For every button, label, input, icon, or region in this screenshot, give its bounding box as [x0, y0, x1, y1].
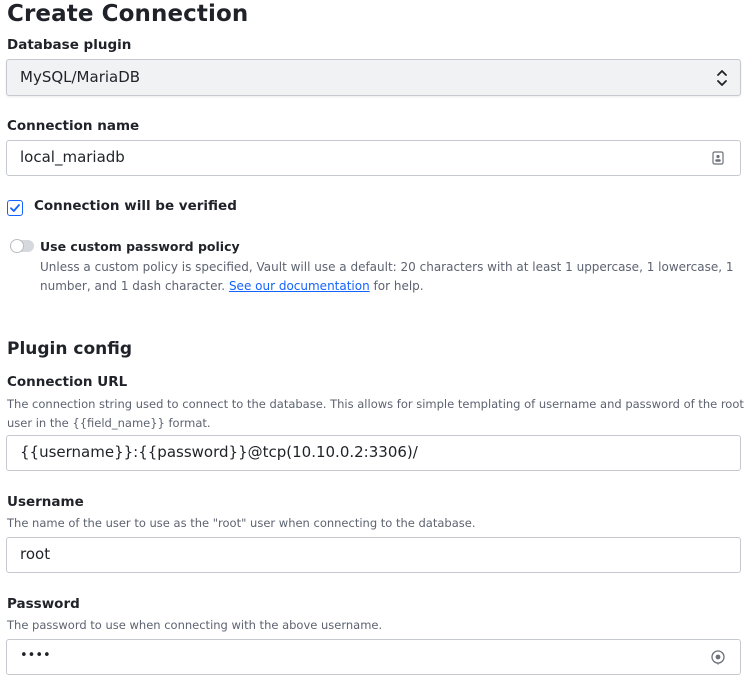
- toggle-knob: [10, 239, 24, 253]
- database-plugin-value: MySQL/MariaDB: [20, 68, 141, 86]
- connection-name-field[interactable]: local_mariadb: [6, 140, 741, 176]
- password-label: Password: [7, 596, 80, 612]
- page-title: Create Connection: [7, 1, 249, 27]
- username-help: The name of the user to use as the "root…: [7, 516, 476, 530]
- username-value: root: [20, 545, 51, 563]
- custom-password-policy-label: Use custom password policy: [40, 239, 240, 254]
- connection-name-label: Connection name: [7, 118, 140, 134]
- connection-name-value: local_mariadb: [20, 148, 125, 166]
- database-plugin-label: Database plugin: [7, 37, 132, 53]
- password-help: The password to use when connecting with…: [7, 618, 383, 632]
- password-value: ••••: [20, 648, 51, 663]
- username-label: Username: [7, 494, 84, 510]
- id-card-icon: [710, 150, 726, 166]
- username-field[interactable]: root: [6, 537, 741, 573]
- checkmark-icon: [10, 204, 20, 212]
- chevron-up-down-icon: [716, 68, 728, 88]
- connection-url-field[interactable]: {{username}}:{{password}}@tcp(10.10.0.2:…: [6, 435, 741, 471]
- plugin-config-title: Plugin config: [7, 339, 133, 359]
- custom-password-policy-toggle[interactable]: [10, 239, 34, 253]
- password-policy-help: Unless a custom policy is specified, Vau…: [40, 258, 740, 296]
- documentation-link[interactable]: See our documentation: [229, 279, 370, 293]
- password-policy-help-suffix: for help.: [369, 279, 424, 293]
- verify-connection-checkbox[interactable]: [7, 200, 23, 216]
- connection-url-help: The connection string used to connect to…: [7, 397, 744, 430]
- verify-connection-label: Connection will be verified: [34, 198, 237, 214]
- eye-icon[interactable]: [710, 649, 726, 665]
- connection-url-label: Connection URL: [7, 374, 128, 390]
- connection-url-value: {{username}}:{{password}}@tcp(10.10.0.2:…: [20, 443, 418, 461]
- password-field[interactable]: ••••: [6, 639, 741, 675]
- database-plugin-select[interactable]: MySQL/MariaDB: [6, 59, 741, 96]
